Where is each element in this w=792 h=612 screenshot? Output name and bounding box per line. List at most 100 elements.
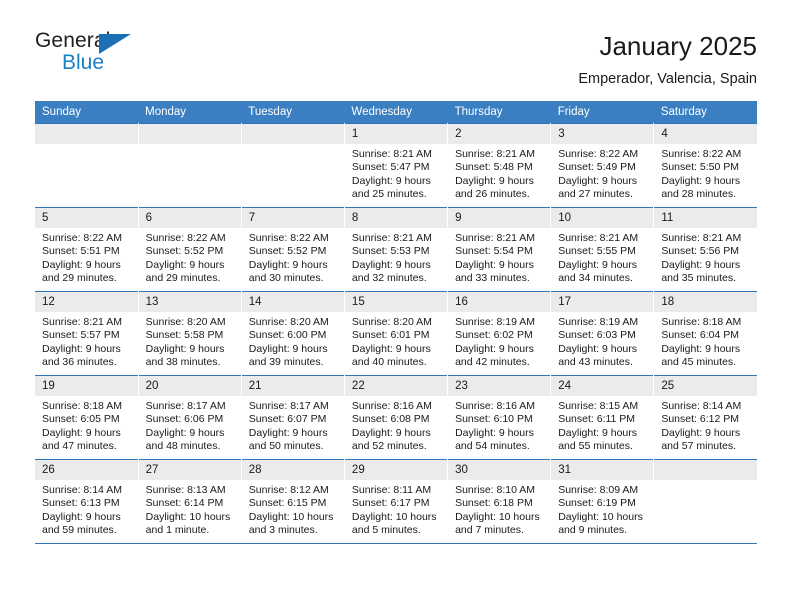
daylight-text: Daylight: 9 hours: [351, 258, 431, 271]
calendar-day-cell[interactable]: 23 Sunrise: 8:16 AM Sunset: 6:10 PM Dayligh…: [447, 374, 552, 460]
sunset-text: Sunset: 6:08 PM: [351, 413, 430, 426]
day-number: 21: [241, 375, 344, 396]
logo-word-blue: Blue: [62, 51, 105, 74]
sunset-text: Sunset: 6:18 PM: [455, 497, 533, 510]
calendar-day-cell[interactable]: 31 Sunrise: 8:09 AM Sunset: 6:19 PM Dayligh…: [550, 458, 655, 544]
calendar-day-cell[interactable]: 4 Sunrise: 8:22 AM Sunset: 5:50 PM Daylight…: [653, 122, 757, 208]
daylight-text: Daylight: 9 hours: [455, 174, 534, 187]
daylight-text: Daylight: 9 hours: [42, 258, 121, 271]
daylight-text-cont: and 57 minutes.: [661, 440, 737, 453]
sunrise-text: Sunrise: 8:09 AM: [558, 483, 639, 496]
calendar-day-cell[interactable]: 19 Sunrise: 8:18 AM Sunset: 6:05 PM Dayligh…: [35, 374, 139, 460]
daylight-text: Daylight: 9 hours: [248, 258, 328, 271]
sunset-text: Sunset: 6:19 PM: [558, 497, 636, 510]
calendar-day-cell[interactable]: 18 Sunrise: 8:18 AM Sunset: 6:04 PM Dayligh…: [653, 290, 757, 376]
day-number: 14: [241, 291, 344, 312]
day-number: 20: [138, 375, 241, 396]
calendar-day-cell[interactable]: 20 Sunrise: 8:17 AM Sunset: 6:06 PM Dayligh…: [138, 374, 242, 460]
sunset-text: Sunset: 5:53 PM: [351, 245, 430, 258]
day-details: Sunrise: 8:21 AM Sunset: 5:56 PM Daylight:…: [654, 228, 757, 286]
calendar-week-row: 26 Sunrise: 8:14 AM Sunset: 6:13 PM Dayligh…: [35, 458, 757, 544]
calendar-day-cell[interactable]: 2 Sunrise: 8:21 AM Sunset: 5:48 PM Daylight…: [447, 122, 552, 208]
sunrise-text: Sunrise: 8:22 AM: [558, 147, 639, 160]
weekday-header-friday: Friday: [550, 100, 654, 124]
calendar-day-cell[interactable]: 7 Sunrise: 8:22 AM Sunset: 5:52 PM Daylight…: [241, 206, 345, 292]
sunset-text: Sunset: 5:58 PM: [145, 329, 224, 342]
calendar-day-cell[interactable]: 16 Sunrise: 8:19 AM Sunset: 6:02 PM Dayligh…: [447, 290, 552, 376]
day-details: Sunrise: 8:22 AM Sunset: 5:50 PM Daylight:…: [654, 144, 757, 202]
daylight-text-cont: and 1 minute.: [145, 524, 210, 537]
calendar-page: General Blue January 2025 Emperador, Val…: [0, 0, 792, 612]
daylight-text-cont: and 35 minutes.: [661, 272, 737, 285]
sunset-text: Sunset: 6:03 PM: [558, 329, 636, 342]
day-details: Sunrise: 8:18 AM Sunset: 6:04 PM Daylight:…: [654, 312, 757, 370]
calendar-day-cell[interactable]: 15 Sunrise: 8:20 AM Sunset: 6:01 PM Dayligh…: [344, 290, 449, 376]
daylight-text-cont: and 28 minutes.: [661, 188, 737, 201]
calendar-day-cell[interactable]: 9 Sunrise: 8:21 AM Sunset: 5:54 PM Daylight…: [447, 206, 552, 292]
day-details: [654, 480, 757, 484]
day-details: Sunrise: 8:13 AM Sunset: 6:14 PM Daylight:…: [139, 480, 241, 538]
calendar-day-cell[interactable]: 12 Sunrise: 8:21 AM Sunset: 5:57 PM Dayligh…: [35, 290, 139, 376]
day-number: 2: [448, 123, 551, 144]
day-details: Sunrise: 8:21 AM Sunset: 5:55 PM Daylight:…: [551, 228, 653, 286]
daylight-text-cont: and 55 minutes.: [558, 440, 633, 453]
daylight-text: Daylight: 9 hours: [351, 174, 431, 187]
day-number: 10: [551, 207, 654, 228]
brand-logo[interactable]: General Blue: [35, 30, 145, 82]
daylight-text: Daylight: 9 hours: [42, 342, 121, 355]
daylight-text-cont: and 9 minutes.: [558, 524, 628, 537]
calendar-day-cell[interactable]: 26 Sunrise: 8:14 AM Sunset: 6:13 PM Dayligh…: [35, 458, 139, 544]
calendar-day-cell[interactable]: 8 Sunrise: 8:21 AM Sunset: 5:53 PM Daylight…: [344, 206, 449, 292]
day-number: 26: [35, 459, 138, 480]
calendar-day-cell[interactable]: 25 Sunrise: 8:14 AM Sunset: 6:12 PM Dayligh…: [653, 374, 757, 460]
calendar-day-cell[interactable]: 3 Sunrise: 8:22 AM Sunset: 5:49 PM Daylight…: [550, 122, 655, 208]
calendar-day-cell[interactable]: 30 Sunrise: 8:10 AM Sunset: 6:18 PM Dayligh…: [447, 458, 552, 544]
calendar-day-cell[interactable]: 13 Sunrise: 8:20 AM Sunset: 5:58 PM Dayligh…: [138, 290, 242, 376]
calendar-day-cell[interactable]: 14 Sunrise: 8:20 AM Sunset: 6:00 PM Dayligh…: [241, 290, 345, 376]
day-number: [654, 459, 757, 480]
daylight-text: Daylight: 9 hours: [145, 426, 225, 439]
day-details: Sunrise: 8:21 AM Sunset: 5:47 PM Daylight:…: [345, 144, 447, 202]
daylight-text: Daylight: 9 hours: [248, 342, 328, 355]
calendar-day-cell[interactable]: 28 Sunrise: 8:12 AM Sunset: 6:15 PM Dayligh…: [241, 458, 345, 544]
day-details: Sunrise: 8:20 AM Sunset: 6:00 PM Daylight:…: [242, 312, 344, 370]
daylight-text-cont: and 7 minutes.: [455, 524, 524, 537]
sunset-text: Sunset: 6:15 PM: [248, 497, 327, 510]
day-number: 16: [448, 291, 551, 312]
daylight-text: Daylight: 9 hours: [558, 174, 637, 187]
calendar-day-cell[interactable]: 6 Sunrise: 8:22 AM Sunset: 5:52 PM Daylight…: [138, 206, 242, 292]
calendar-day-cell[interactable]: 27 Sunrise: 8:13 AM Sunset: 6:14 PM Dayligh…: [138, 458, 242, 544]
day-details: Sunrise: 8:22 AM Sunset: 5:51 PM Daylight:…: [35, 228, 138, 286]
calendar-day-cell[interactable]: 21 Sunrise: 8:17 AM Sunset: 6:07 PM Dayligh…: [241, 374, 345, 460]
day-number: 28: [241, 459, 344, 480]
sunset-text: Sunset: 5:48 PM: [455, 161, 533, 174]
calendar-day-cell[interactable]: 29 Sunrise: 8:11 AM Sunset: 6:17 PM Dayligh…: [344, 458, 449, 544]
weekday-header-sunday: Sunday: [35, 100, 139, 124]
calendar-day-cell-empty: [241, 122, 345, 208]
sunrise-text: Sunrise: 8:18 AM: [661, 315, 742, 328]
sunrise-text: Sunrise: 8:12 AM: [248, 483, 329, 496]
calendar-day-cell[interactable]: 22 Sunrise: 8:16 AM Sunset: 6:08 PM Dayligh…: [344, 374, 449, 460]
calendar-day-cell-empty: [653, 458, 757, 544]
calendar-day-cell[interactable]: 1 Sunrise: 8:21 AM Sunset: 5:47 PM Daylight…: [344, 122, 449, 208]
sunset-text: Sunset: 5:49 PM: [558, 161, 636, 174]
calendar-day-cell[interactable]: 17 Sunrise: 8:19 AM Sunset: 6:03 PM Dayligh…: [550, 290, 655, 376]
sunrise-text: Sunrise: 8:22 AM: [145, 231, 226, 244]
sunset-text: Sunset: 6:17 PM: [351, 497, 430, 510]
calendar-day-cell[interactable]: 24 Sunrise: 8:15 AM Sunset: 6:11 PM Dayligh…: [550, 374, 655, 460]
calendar-table: Sunday Monday Tuesday Wednesday Thursday Frid…: [35, 100, 757, 544]
sunset-text: Sunset: 6:05 PM: [42, 413, 120, 426]
sunset-text: Sunset: 6:14 PM: [145, 497, 224, 510]
daylight-text: Daylight: 9 hours: [145, 258, 225, 271]
day-details: Sunrise: 8:14 AM Sunset: 6:13 PM Daylight:…: [35, 480, 138, 538]
calendar-day-cell[interactable]: 5 Sunrise: 8:22 AM Sunset: 5:51 PM Daylight…: [35, 206, 139, 292]
day-details: Sunrise: 8:11 AM Sunset: 6:17 PM Daylight:…: [345, 480, 447, 538]
calendar-day-cell[interactable]: 11 Sunrise: 8:21 AM Sunset: 5:56 PM Dayligh…: [653, 206, 757, 292]
sunset-text: Sunset: 5:57 PM: [42, 329, 120, 342]
daylight-text: Daylight: 9 hours: [558, 342, 637, 355]
day-details: Sunrise: 8:15 AM Sunset: 6:11 PM Daylight:…: [551, 396, 653, 454]
calendar-week-row: 5 Sunrise: 8:22 AM Sunset: 5:51 PM Daylight…: [35, 206, 757, 292]
calendar-day-cell[interactable]: 10 Sunrise: 8:21 AM Sunset: 5:55 PM Dayligh…: [550, 206, 655, 292]
daylight-text-cont: and 30 minutes.: [248, 272, 324, 285]
daylight-text: Daylight: 9 hours: [351, 426, 431, 439]
